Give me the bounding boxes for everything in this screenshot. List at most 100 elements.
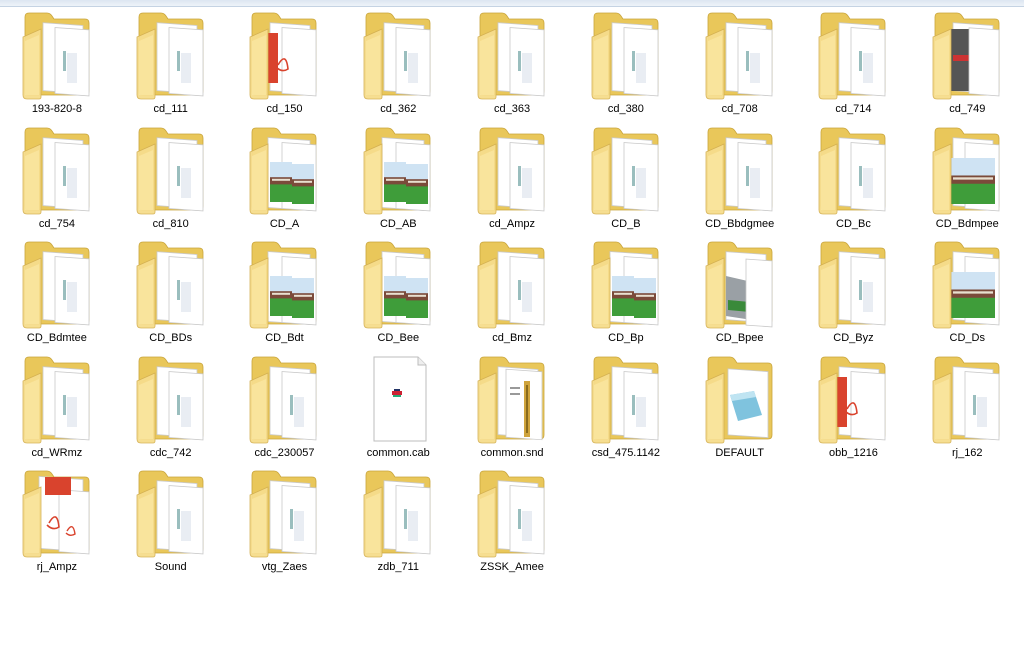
item-label: CD_Bdmtee (26, 332, 87, 345)
folder-item[interactable]: CD_A (228, 122, 342, 237)
folder-icon (19, 236, 95, 332)
item-label: CD_Bbdgmee (705, 217, 775, 230)
folder-item[interactable]: CD_Bdt (228, 236, 342, 351)
folder-item[interactable]: CD_Bc (797, 122, 911, 237)
item-label: obb_1216 (828, 446, 878, 459)
folder-icon (702, 236, 778, 332)
folder-icon (588, 122, 664, 218)
folder-item[interactable]: cdc_230057 (228, 351, 342, 466)
folder-item[interactable]: rj_162 (910, 351, 1024, 466)
folder-item[interactable]: CD_Bbdgmee (683, 122, 797, 237)
file-item[interactable]: common.cab (341, 351, 455, 466)
item-label: cd_810 (152, 217, 189, 230)
item-label: vtg_Zaes (261, 561, 308, 574)
folder-icon (474, 465, 550, 561)
item-label: common.cab (366, 446, 430, 459)
folder-item[interactable]: cd_749 (910, 7, 1024, 122)
folder-icon (246, 351, 322, 447)
folder-icon (929, 351, 1005, 447)
folder-icon (929, 236, 1005, 332)
folder-icon (815, 122, 891, 218)
item-label: CD_Bp (608, 332, 644, 345)
folder-icon (929, 122, 1005, 218)
folder-item[interactable]: cdc_742 (114, 351, 228, 466)
folder-item[interactable]: ZSSK_Amee (455, 465, 569, 580)
folder-item[interactable]: cd_Bmz (455, 236, 569, 351)
folder-item[interactable]: csd_475.1142 (569, 351, 683, 466)
folder-icon (815, 351, 891, 447)
item-label: common.snd (480, 446, 544, 459)
folder-icon (19, 122, 95, 218)
folder-item[interactable]: CD_Bdmpee (910, 122, 1024, 237)
item-label: DEFAULT (715, 446, 765, 459)
folder-item[interactable]: DEFAULT (683, 351, 797, 466)
folder-item[interactable]: CD_Ds (910, 236, 1024, 351)
item-label: CD_Ds (949, 332, 985, 345)
folder-icon (133, 7, 209, 103)
folder-item[interactable]: 193-820-8 (0, 7, 114, 122)
item-label: cd_380 (607, 103, 644, 115)
file-icon (360, 351, 436, 447)
folder-icon (702, 351, 778, 447)
item-label: CD_AB (379, 217, 417, 230)
folder-icon (588, 7, 664, 103)
folder-item[interactable]: CD_AB (341, 122, 455, 237)
folder-item[interactable]: cd_362 (341, 7, 455, 122)
toolbar-edge (0, 0, 1024, 7)
item-label: CD_Bdt (265, 332, 304, 345)
folder-item[interactable]: common.snd (455, 351, 569, 466)
item-label: rj_162 (951, 446, 983, 459)
folder-item[interactable]: cd_111 (114, 7, 228, 122)
folder-icon (588, 236, 664, 332)
item-label: CD_A (269, 217, 300, 230)
folder-item[interactable]: cd_Ampz (455, 122, 569, 237)
folder-item[interactable]: zdb_711 (341, 465, 455, 580)
folder-icon (246, 122, 322, 218)
folder-item[interactable]: CD_Bee (341, 236, 455, 351)
item-label: cd_754 (38, 217, 75, 230)
folder-icon (702, 122, 778, 218)
folder-icon (474, 7, 550, 103)
folder-item[interactable]: CD_Bpee (683, 236, 797, 351)
folder-item[interactable]: cd_810 (114, 122, 228, 237)
item-label: cd_150 (266, 103, 303, 115)
folder-item[interactable]: rj_Ampz (0, 465, 114, 580)
folder-item[interactable]: cd_708 (683, 7, 797, 122)
item-label: CD_Bdmpee (935, 217, 999, 230)
item-label: zdb_711 (377, 561, 419, 574)
item-label: ZSSK_Amee (480, 561, 544, 574)
folder-icon (929, 7, 1005, 103)
folder-icon (246, 465, 322, 561)
item-label: cd_749 (949, 103, 986, 115)
folder-item[interactable]: CD_Bp (569, 236, 683, 351)
folder-item[interactable]: cd_150 (228, 7, 342, 122)
folder-icon (360, 122, 436, 218)
item-label: CD_Bee (377, 332, 420, 345)
folder-icon (360, 236, 436, 332)
folder-icon (474, 122, 550, 218)
folder-icon (246, 236, 322, 332)
folder-item[interactable]: CD_Bdmtee (0, 236, 114, 351)
folder-item[interactable]: CD_B (569, 122, 683, 237)
folder-item[interactable]: CD_BDs (114, 236, 228, 351)
folder-item[interactable]: cd_754 (0, 122, 114, 237)
folder-item[interactable]: cd_380 (569, 7, 683, 122)
folder-item[interactable]: CD_Byz (797, 236, 911, 351)
folder-item[interactable]: cd_363 (455, 7, 569, 122)
item-label: cd_111 (153, 103, 188, 115)
folder-item[interactable]: obb_1216 (797, 351, 911, 466)
folder-item[interactable]: Sound (114, 465, 228, 580)
folder-icon (815, 236, 891, 332)
folder-item[interactable]: vtg_Zaes (228, 465, 342, 580)
item-label: CD_Byz (833, 332, 874, 345)
item-label: cd_362 (380, 103, 417, 115)
folder-icon (246, 7, 322, 103)
folder-icon (474, 236, 550, 332)
folder-item[interactable]: cd_714 (797, 7, 911, 122)
item-label: CD_BDs (149, 332, 193, 345)
folder-icon (19, 465, 95, 561)
item-label: cdc_230057 (254, 446, 315, 459)
folder-item[interactable]: cd_WRmz (0, 351, 114, 466)
item-label: cd_708 (721, 103, 758, 115)
item-label: cd_714 (835, 103, 872, 115)
